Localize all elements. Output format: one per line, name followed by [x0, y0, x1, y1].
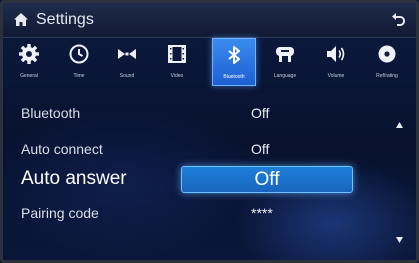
selected-value-box[interactable]: Off	[181, 166, 353, 193]
setting-label: Bluetooth	[21, 105, 81, 121]
tab-sound[interactable]: Sound	[105, 38, 149, 86]
clock-icon	[69, 44, 89, 64]
bluetooth-icon	[228, 46, 240, 64]
tab-bluetooth[interactable]: Bluetooth	[212, 38, 256, 86]
gear-icon	[19, 44, 39, 64]
tab-label: General	[20, 73, 38, 79]
scroll-up-icon[interactable]	[395, 121, 404, 130]
tab-label: Sound	[119, 73, 135, 79]
tab-ref-rating[interactable]: Ref/rating	[365, 38, 409, 86]
setting-value: Off	[254, 169, 280, 190]
tab-label: Time	[73, 73, 85, 79]
tab-label: Bluetooth	[223, 74, 245, 80]
setting-value[interactable]: Off	[251, 105, 269, 121]
setting-row-auto-answer[interactable]: Auto answer Off	[3, 166, 383, 196]
settings-tab-bar: General Time Sound Video Bluetooth Langu…	[3, 38, 416, 86]
setting-row-pairing-code[interactable]: Pairing code ****	[3, 199, 383, 229]
title-bar: Settings	[3, 3, 416, 38]
setting-row-auto-connect[interactable]: Auto connect Off	[3, 135, 383, 165]
setting-row-bluetooth[interactable]: Bluetooth Off	[3, 99, 383, 129]
page-title: Settings	[36, 11, 94, 28]
tab-language[interactable]: Language	[263, 38, 307, 86]
language-icon	[276, 47, 294, 62]
volume-icon	[327, 46, 345, 62]
tab-volume[interactable]: Volume	[314, 38, 358, 86]
setting-value[interactable]: Off	[251, 141, 269, 157]
tab-video[interactable]: Video	[155, 38, 199, 86]
sound-icon	[118, 49, 136, 59]
tab-general[interactable]: General	[7, 38, 51, 86]
tab-label: Language	[273, 73, 297, 79]
settings-screen: Settings General Time Sound Video Blueto…	[0, 0, 419, 263]
film-icon	[168, 45, 186, 63]
tab-label: Video	[170, 73, 184, 79]
setting-label: Auto answer	[21, 168, 127, 189]
tab-label: Volume	[327, 73, 345, 79]
setting-value[interactable]: ****	[251, 205, 273, 221]
back-icon[interactable]	[390, 11, 406, 27]
disc-icon	[378, 45, 396, 63]
tab-time[interactable]: Time	[57, 38, 101, 86]
tab-label: Ref/rating	[376, 73, 398, 79]
scroll-down-icon[interactable]	[395, 235, 404, 244]
setting-label: Pairing code	[21, 205, 99, 221]
setting-label: Auto connect	[21, 141, 103, 157]
home-icon[interactable]	[13, 12, 29, 27]
